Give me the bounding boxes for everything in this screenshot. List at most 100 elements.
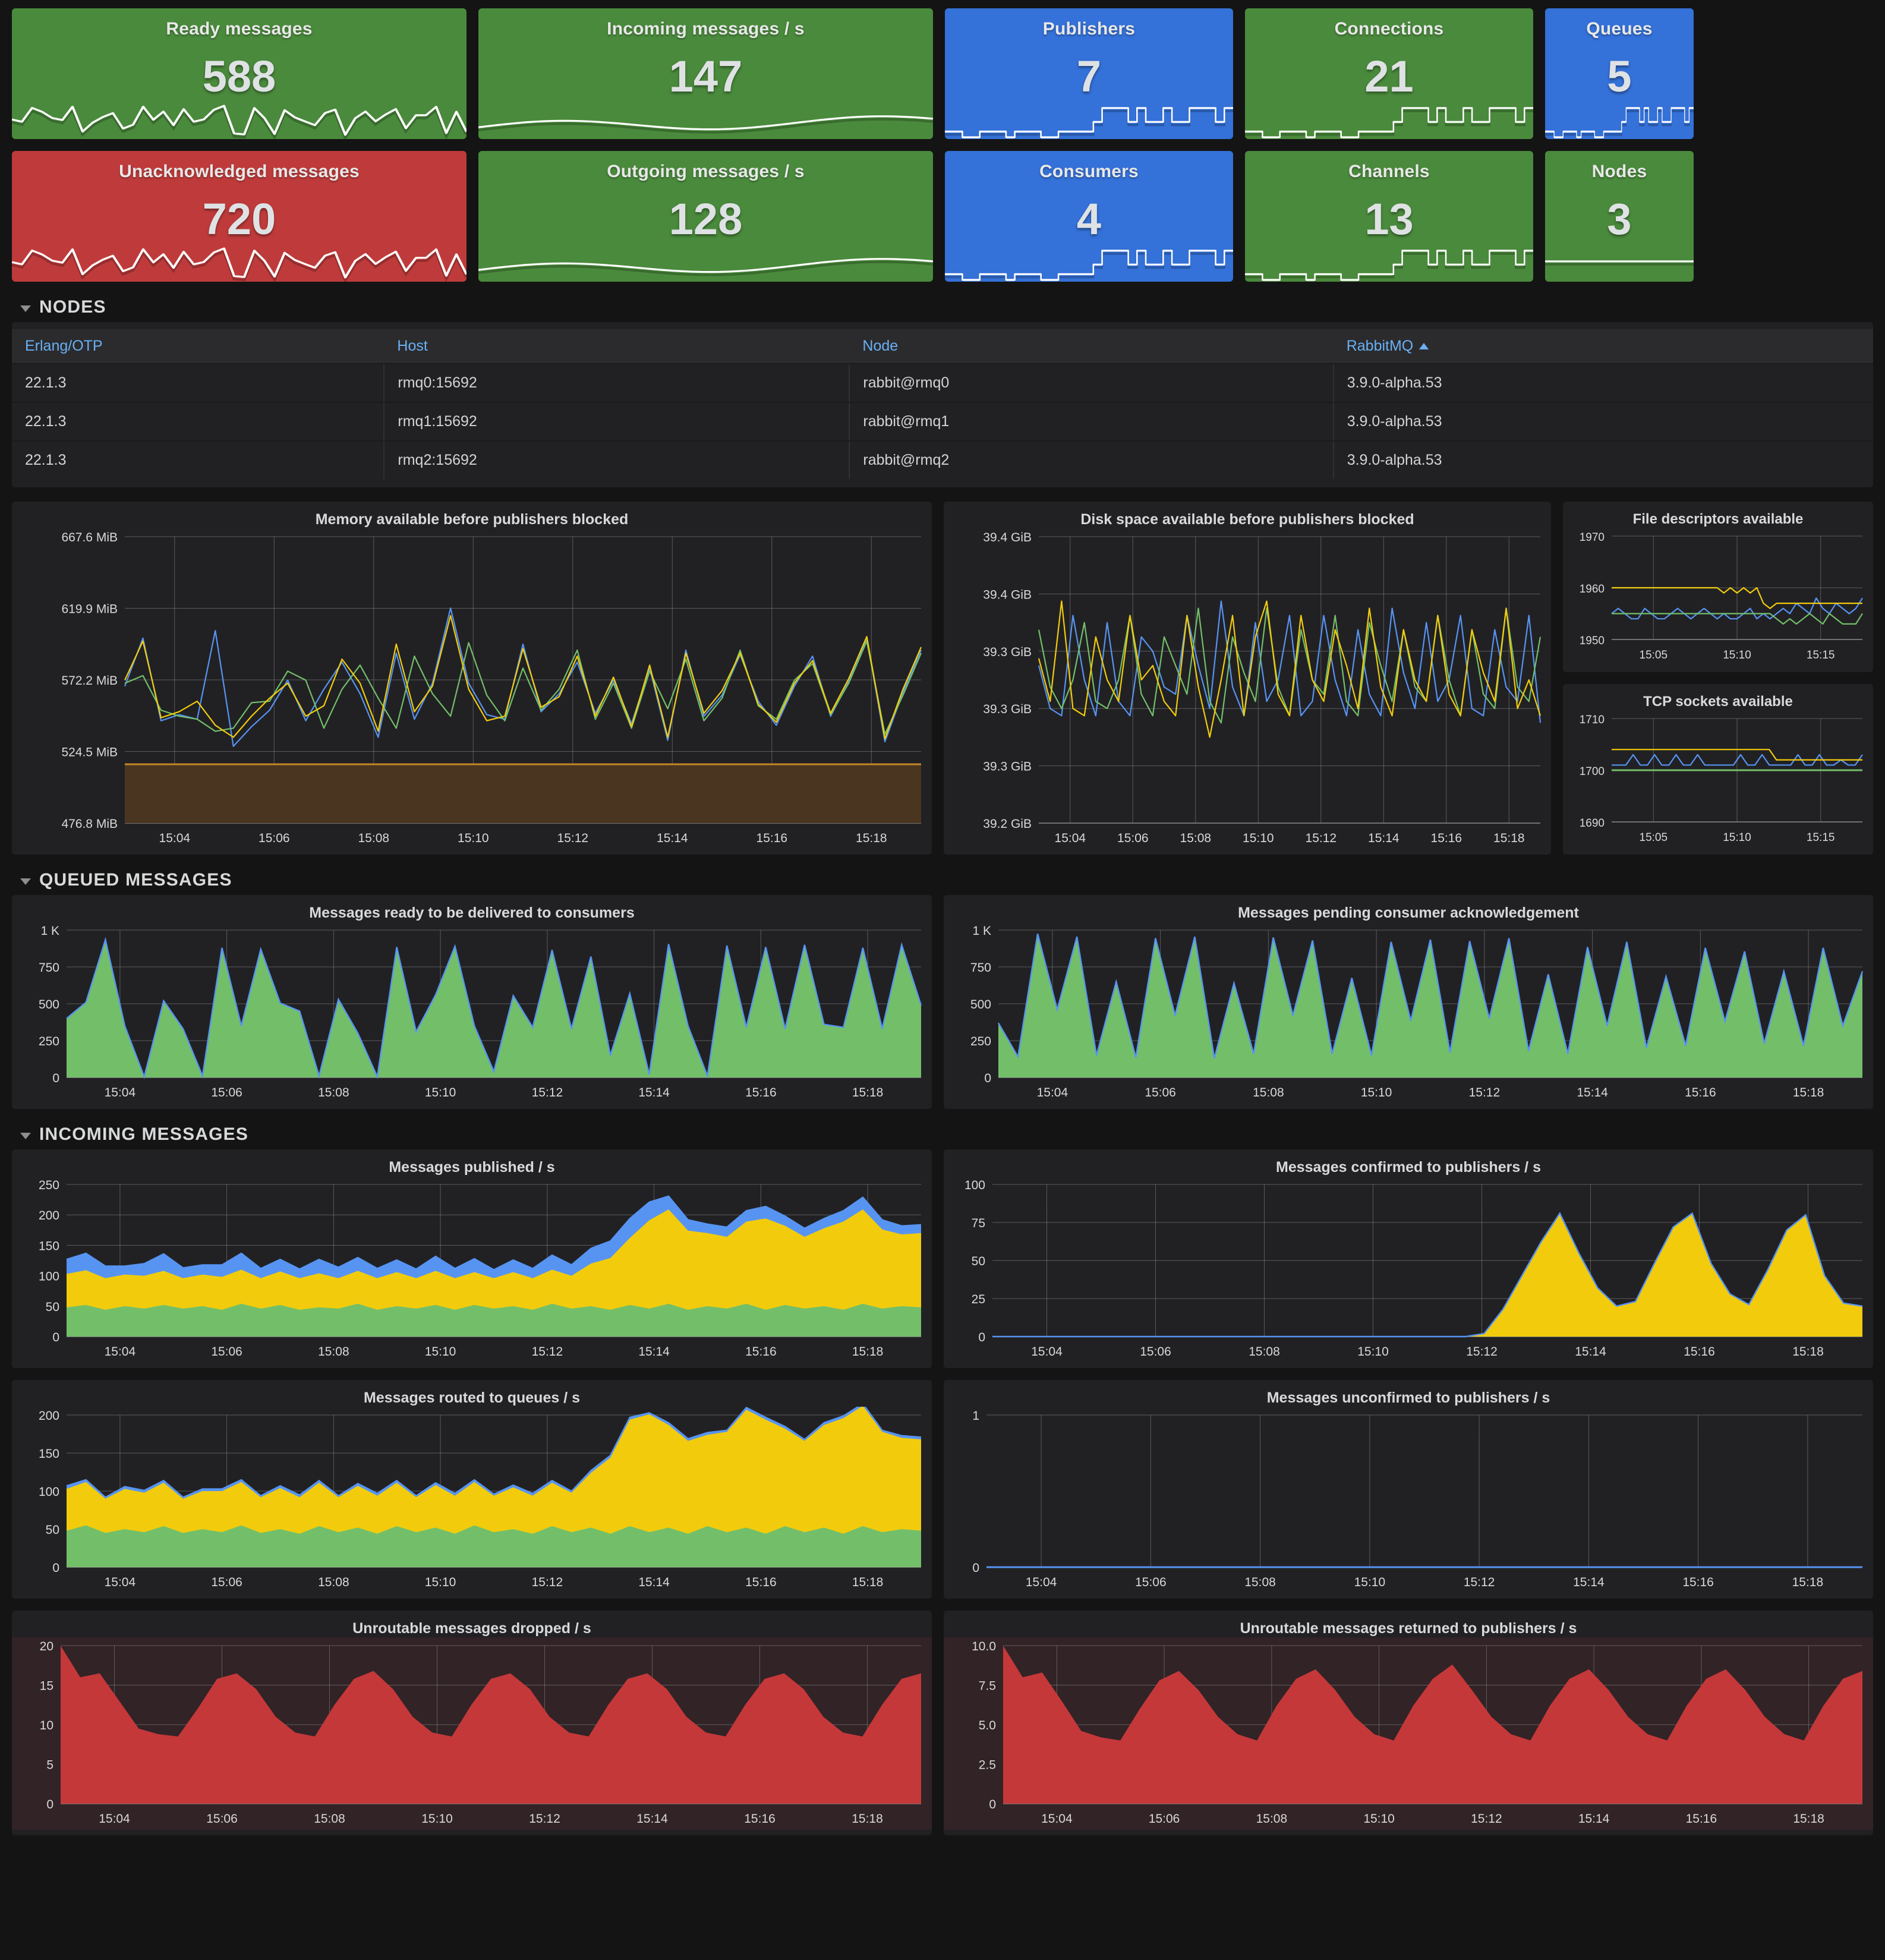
svg-text:15:16: 15:16 [1684, 1345, 1715, 1359]
sparkline [12, 228, 466, 282]
svg-text:15:08: 15:08 [1256, 1812, 1288, 1826]
table-header-rabbitmq[interactable]: RabbitMQ [1334, 329, 1873, 364]
stat-panel-unacknowledged-messages[interactable]: Unacknowledged messages720 [12, 151, 466, 282]
svg-text:1 K: 1 K [972, 924, 991, 938]
svg-text:100: 100 [39, 1485, 59, 1499]
svg-text:15:14: 15:14 [1577, 1086, 1608, 1099]
svg-text:15:14: 15:14 [657, 831, 688, 845]
sparkline [1245, 86, 1533, 139]
stat-panel-outgoing-messages-s[interactable]: Outgoing messages / s128 [478, 151, 933, 282]
svg-text:7.5: 7.5 [979, 1679, 996, 1693]
stat-panel-publishers[interactable]: Publishers7 [945, 8, 1233, 139]
panel-title: Unroutable messages dropped / s [12, 1611, 932, 1637]
section-label: NODES [39, 297, 106, 317]
grafana-dashboard: Ready messages588Incoming messages / s14… [0, 0, 1885, 1849]
cell-erlang: 22.1.3 [12, 441, 384, 479]
table-row: 22.1.3rmq1:15692rabbit@rmq13.9.0-alpha.5… [12, 402, 1873, 441]
svg-text:15:10: 15:10 [425, 1086, 456, 1099]
stat-title: Unacknowledged messages [119, 162, 360, 182]
svg-text:15:06: 15:06 [211, 1086, 242, 1099]
svg-text:15:18: 15:18 [1792, 1575, 1824, 1589]
panel-title: Memory available before publishers block… [12, 502, 932, 528]
sparkline [1245, 228, 1533, 282]
table-header-row: Erlang/OTPHostNodeRabbitMQ [12, 329, 1873, 364]
svg-text:572.2 MiB: 572.2 MiB [61, 674, 118, 688]
panel-title: Disk space available before publishers b… [944, 502, 1551, 528]
chart-unroutable_returned[interactable]: 02.55.07.510.015:0415:0615:0815:1015:121… [944, 1637, 1873, 1830]
svg-text:15:08: 15:08 [314, 1812, 345, 1826]
svg-text:667.6 MiB: 667.6 MiB [61, 531, 118, 544]
svg-text:750: 750 [39, 961, 59, 975]
stat-panel-incoming-messages-s[interactable]: Incoming messages / s147 [478, 8, 933, 139]
resources-panel-row: Memory available before publishers block… [0, 487, 1885, 855]
chart-tcp_sockets_available[interactable]: 16901700171015:0515:1015:15 [1563, 710, 1873, 848]
svg-text:15:18: 15:18 [852, 1345, 884, 1359]
svg-text:15:04: 15:04 [99, 1812, 130, 1826]
stat-panel-ready-messages[interactable]: Ready messages588 [12, 8, 466, 139]
table-header-node[interactable]: Node [849, 329, 1333, 364]
stat-panel-connections[interactable]: Connections21 [1245, 8, 1533, 139]
panel-title: Messages routed to queues / s [12, 1380, 932, 1407]
svg-text:0: 0 [46, 1798, 53, 1811]
cell-node: rabbit@rmq1 [849, 402, 1333, 441]
panel-messages-routed: Messages routed to queues / s 0501001502… [12, 1380, 932, 1599]
stat-panel-consumers[interactable]: Consumers4 [945, 151, 1233, 282]
chart-file_descriptors_available[interactable]: 19501960197015:0515:1015:15 [1563, 528, 1873, 666]
svg-text:15:04: 15:04 [1055, 831, 1086, 845]
svg-text:15:08: 15:08 [1249, 1345, 1280, 1359]
panel-messages-pending-ack: Messages pending consumer acknowledgemen… [944, 895, 1873, 1109]
stat-title: Queues [1586, 19, 1652, 39]
svg-text:15:14: 15:14 [638, 1345, 670, 1359]
chart-messages_unconfirmed[interactable]: 0115:0415:0615:0815:1015:1215:1415:1615:… [944, 1407, 1873, 1593]
svg-text:15:04: 15:04 [1041, 1812, 1073, 1826]
sparkline [1545, 86, 1694, 139]
svg-text:1950: 1950 [1580, 635, 1605, 647]
panel-messages-published: Messages published / s 05010015020025015… [12, 1149, 932, 1368]
chart-unroutable_dropped[interactable]: 0510152015:0415:0615:0815:1015:1215:1415… [12, 1637, 932, 1830]
svg-text:10.0: 10.0 [972, 1640, 996, 1653]
svg-text:39.3 GiB: 39.3 GiB [983, 702, 1032, 716]
table-header-erlang-otp[interactable]: Erlang/OTP [12, 329, 384, 364]
svg-text:15:04: 15:04 [105, 1575, 136, 1589]
panel-messages-unconfirmed: Messages unconfirmed to publishers / s 0… [944, 1380, 1873, 1599]
svg-text:15:14: 15:14 [636, 1812, 668, 1826]
svg-text:15:16: 15:16 [756, 831, 788, 845]
stat-panel-channels[interactable]: Channels13 [1245, 151, 1533, 282]
svg-text:15:10: 15:10 [1723, 831, 1751, 844]
table-header-host[interactable]: Host [384, 329, 849, 364]
chart-messages_published[interactable]: 05010015020025015:0415:0615:0815:1015:12… [12, 1176, 932, 1363]
section-header-incoming-messages[interactable]: INCOMING MESSAGES [0, 1109, 1885, 1149]
panel-memory-available: Memory available before publishers block… [12, 502, 932, 855]
section-header-nodes[interactable]: NODES [0, 282, 1885, 322]
svg-text:0: 0 [972, 1561, 979, 1575]
chart-messages_routed[interactable]: 05010015020015:0415:0615:0815:1015:1215:… [12, 1407, 932, 1593]
stat-panel-nodes[interactable]: Nodes3 [1545, 151, 1694, 282]
chart-messages_ready[interactable]: 02505007501 K15:0415:0615:0815:1015:1215… [12, 922, 932, 1104]
svg-text:5.0: 5.0 [979, 1719, 996, 1732]
stat-title: Incoming messages / s [607, 19, 805, 39]
svg-text:15:10: 15:10 [421, 1812, 453, 1826]
svg-text:39.4 GiB: 39.4 GiB [983, 588, 1032, 601]
stat-row-bottom: Unacknowledged messages720Outgoing messa… [0, 139, 1885, 282]
chart-messages_confirmed[interactable]: 025507510015:0415:0615:0815:1015:1215:14… [944, 1176, 1873, 1363]
svg-text:15:12: 15:12 [1306, 831, 1337, 845]
section-label: QUEUED MESSAGES [39, 870, 232, 890]
svg-text:15:06: 15:06 [1117, 831, 1149, 845]
svg-text:50: 50 [972, 1255, 985, 1268]
svg-text:100: 100 [39, 1270, 59, 1284]
stat-panel-queues[interactable]: Queues5 [1545, 8, 1694, 139]
panel-file-descriptors: File descriptors available 1950196019701… [1563, 502, 1873, 672]
section-header-queued-messages[interactable]: QUEUED MESSAGES [0, 855, 1885, 895]
sparkline [945, 228, 1233, 282]
panel-title: File descriptors available [1563, 502, 1873, 528]
chart-disk_space_available[interactable]: 39.2 GiB39.3 GiB39.3 GiB39.3 GiB39.4 GiB… [944, 528, 1551, 849]
chart-messages_pending_ack[interactable]: 02505007501 K15:0415:0615:0815:1015:1215… [944, 922, 1873, 1104]
panel-title: Messages ready to be delivered to consum… [12, 895, 932, 922]
panel-title: Unroutable messages returned to publishe… [944, 1611, 1873, 1637]
svg-text:15:18: 15:18 [856, 831, 887, 845]
chart-memory_available[interactable]: 476.8 MiB524.5 MiB572.2 MiB619.9 MiB667.… [12, 528, 932, 849]
stat-title: Channels [1348, 162, 1430, 182]
svg-text:15:05: 15:05 [1640, 649, 1668, 661]
svg-text:50: 50 [46, 1300, 59, 1314]
incoming-row-3: Unroutable messages dropped / s 05101520… [0, 1599, 1885, 1835]
